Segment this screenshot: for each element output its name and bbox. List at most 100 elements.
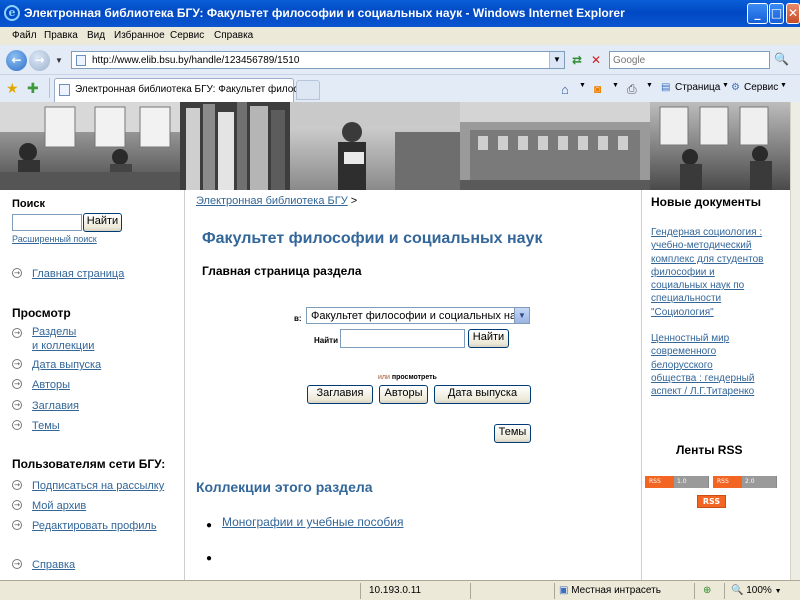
zoom-dropdown-icon[interactable]: ▼ [775,588,782,595]
vertical-scrollbar[interactable] [790,102,800,580]
menu-help[interactable]: Справка [214,30,253,41]
rss-2-right: 2.0 [742,476,776,488]
browse-text: просмотреть [391,374,437,381]
browse-authors-button[interactable]: Авторы [379,385,428,404]
rss-1-badge[interactable]: RSS 1.0 [645,476,709,488]
doc-line: Гендерная социология : [651,227,763,238]
doc-line: общества : гендерный [651,372,755,384]
sidebar-search-button[interactable]: Найти [83,213,122,232]
close-button[interactable]: ✕ [786,3,800,24]
status-bar: 10.193.0.11 ▣ Местная интрасеть ⊕ 🔍 100%… [0,580,800,600]
home-link[interactable]: Главная страница [32,268,124,280]
new-doc-link-1[interactable]: Гендерная социология : учебно-методическ… [651,226,764,319]
refresh-icon[interactable]: ⇄ [569,52,585,68]
tools-menu[interactable]: Сервис [744,82,778,93]
bullet-icon: → [12,268,22,278]
page-menu-dropdown-icon[interactable]: ▼ [722,82,729,89]
scope-search-input[interactable] [340,329,465,348]
home-icon[interactable]: ⌂ [561,82,569,97]
breadcrumb-home-link[interactable]: Электронная библиотека БГУ [196,195,348,207]
maximize-button[interactable]: □ [769,3,784,24]
menu-file[interactable]: Файл [12,30,37,41]
help-link[interactable]: Справка [32,559,75,571]
address-toolbar: ← → ▼ http://www.elib.bsu.by/handle/1234… [0,45,800,75]
users-heading: Пользователям сети БГУ: [12,457,166,471]
page-menu-icon: ▤ [661,82,671,93]
doc-line: учебно-методический [651,240,752,252]
browse-by-date-link[interactable]: Дата выпуска [32,359,101,371]
page-menu[interactable]: Страница [675,82,720,93]
page-viewport: Поиск Найти Расширенный поиск → Главная … [0,102,790,580]
subscribe-link[interactable]: Подписаться на рассылку [32,480,164,492]
toolbar-divider [49,78,50,98]
doc-line: белорусского [651,359,713,371]
bullet-icon: → [12,559,22,569]
status-zone: ▣ Местная интрасеть [554,583,694,599]
bullet-icon: → [12,379,22,389]
list-bullet: ● [206,553,213,564]
intranet-icon: ▣ [559,585,569,596]
advanced-search-link[interactable]: Расширенный поиск [12,234,97,244]
search-box[interactable] [609,51,770,69]
status-empty [470,583,554,599]
address-url[interactable]: http://www.elib.bsu.by/handle/123456789/… [92,55,299,66]
menu-view[interactable]: Вид [87,30,105,41]
rss-2-left: RSS [714,476,742,488]
status-zone-label: Местная интрасеть [571,585,661,596]
feeds-icon[interactable]: ◙ [594,82,601,96]
tools-dropdown-icon[interactable]: ▼ [780,82,787,89]
main-content: Электронная библиотека БГУ > Факультет ф… [186,190,640,580]
home-dropdown-icon[interactable]: ▼ [579,82,586,89]
new-tab-button[interactable] [296,80,320,100]
collection-link[interactable]: Монографии и учебные пособия [222,515,403,529]
rss-2-badge[interactable]: RSS 2.0 [713,476,777,488]
scope-select-value: Факультет философии и социальных наук [311,310,527,322]
menu-tools[interactable]: Сервис [170,30,204,41]
sidebar-search-input[interactable] [12,214,82,231]
print-dropdown-icon[interactable]: ▼ [646,82,653,89]
my-archive-link[interactable]: Мой архив [32,500,86,512]
browse-by-author-link[interactable]: Авторы [32,379,70,391]
collections-heading: Коллекции этого раздела [196,479,373,495]
protected-mode-icon[interactable]: ⊕ [694,583,724,599]
forward-button[interactable]: → [29,50,50,71]
section-home-heading: Главная страница раздела [202,264,362,278]
stop-icon[interactable]: ✕ [588,52,604,68]
address-bar[interactable]: http://www.elib.bsu.by/handle/123456789/… [71,51,565,69]
menu-favorites[interactable]: Избранное [114,30,165,41]
feeds-dropdown-icon[interactable]: ▼ [612,82,619,89]
scope-select[interactable]: Факультет философии и социальных наук ▼ [306,307,530,324]
search-magnifier-icon[interactable]: 🔍 [774,52,789,66]
browse-by-subject-link[interactable]: Темы [32,420,60,432]
add-favorites-icon[interactable]: ✚ [27,80,39,97]
history-dropdown-icon[interactable]: ▼ [55,56,63,65]
zoom-control[interactable]: 🔍 100% ▼ [724,583,800,599]
favorites-star-icon[interactable]: ★ [6,80,19,97]
scope-label-text: в: [294,314,302,323]
or-browse-text: или просмотреть [378,374,437,381]
browse-by-title-link[interactable]: Заглавия [32,400,79,412]
browse-dates-button[interactable]: Дата выпуска [434,385,531,404]
address-dropdown-icon[interactable]: ▼ [549,52,564,68]
minimize-button[interactable]: _ [747,3,768,24]
search-heading: Поиск [12,198,46,210]
browse-titles-button[interactable]: Заглавия [307,385,373,404]
browse-heading: Просмотр [12,306,71,320]
rss-badge[interactable]: RSS [697,495,726,508]
edit-profile-link[interactable]: Редактировать профиль [32,520,157,532]
sections-link[interactable]: Разделы [32,326,76,338]
back-button[interactable]: ← [6,50,27,71]
ie-logo-icon: e [4,5,20,21]
collections-link[interactable]: и коллекции [32,340,94,352]
browser-tab[interactable]: Электронная библиотека БГУ: Факультет фи… [54,78,321,102]
scope-search-button[interactable]: Найти [468,329,509,348]
new-doc-link-2[interactable]: Ценностный мир современного белорусского… [651,332,754,398]
chevron-down-icon[interactable]: ▼ [514,308,529,323]
doc-line: специальности [651,293,722,305]
print-icon[interactable]: ⎙ [627,82,637,97]
doc-line: "Социология" [651,306,714,318]
tools-gear-icon: ⚙ [731,82,740,93]
search-input[interactable] [613,53,753,67]
browse-subjects-button[interactable]: Темы [494,424,531,443]
menu-edit[interactable]: Правка [44,30,78,41]
